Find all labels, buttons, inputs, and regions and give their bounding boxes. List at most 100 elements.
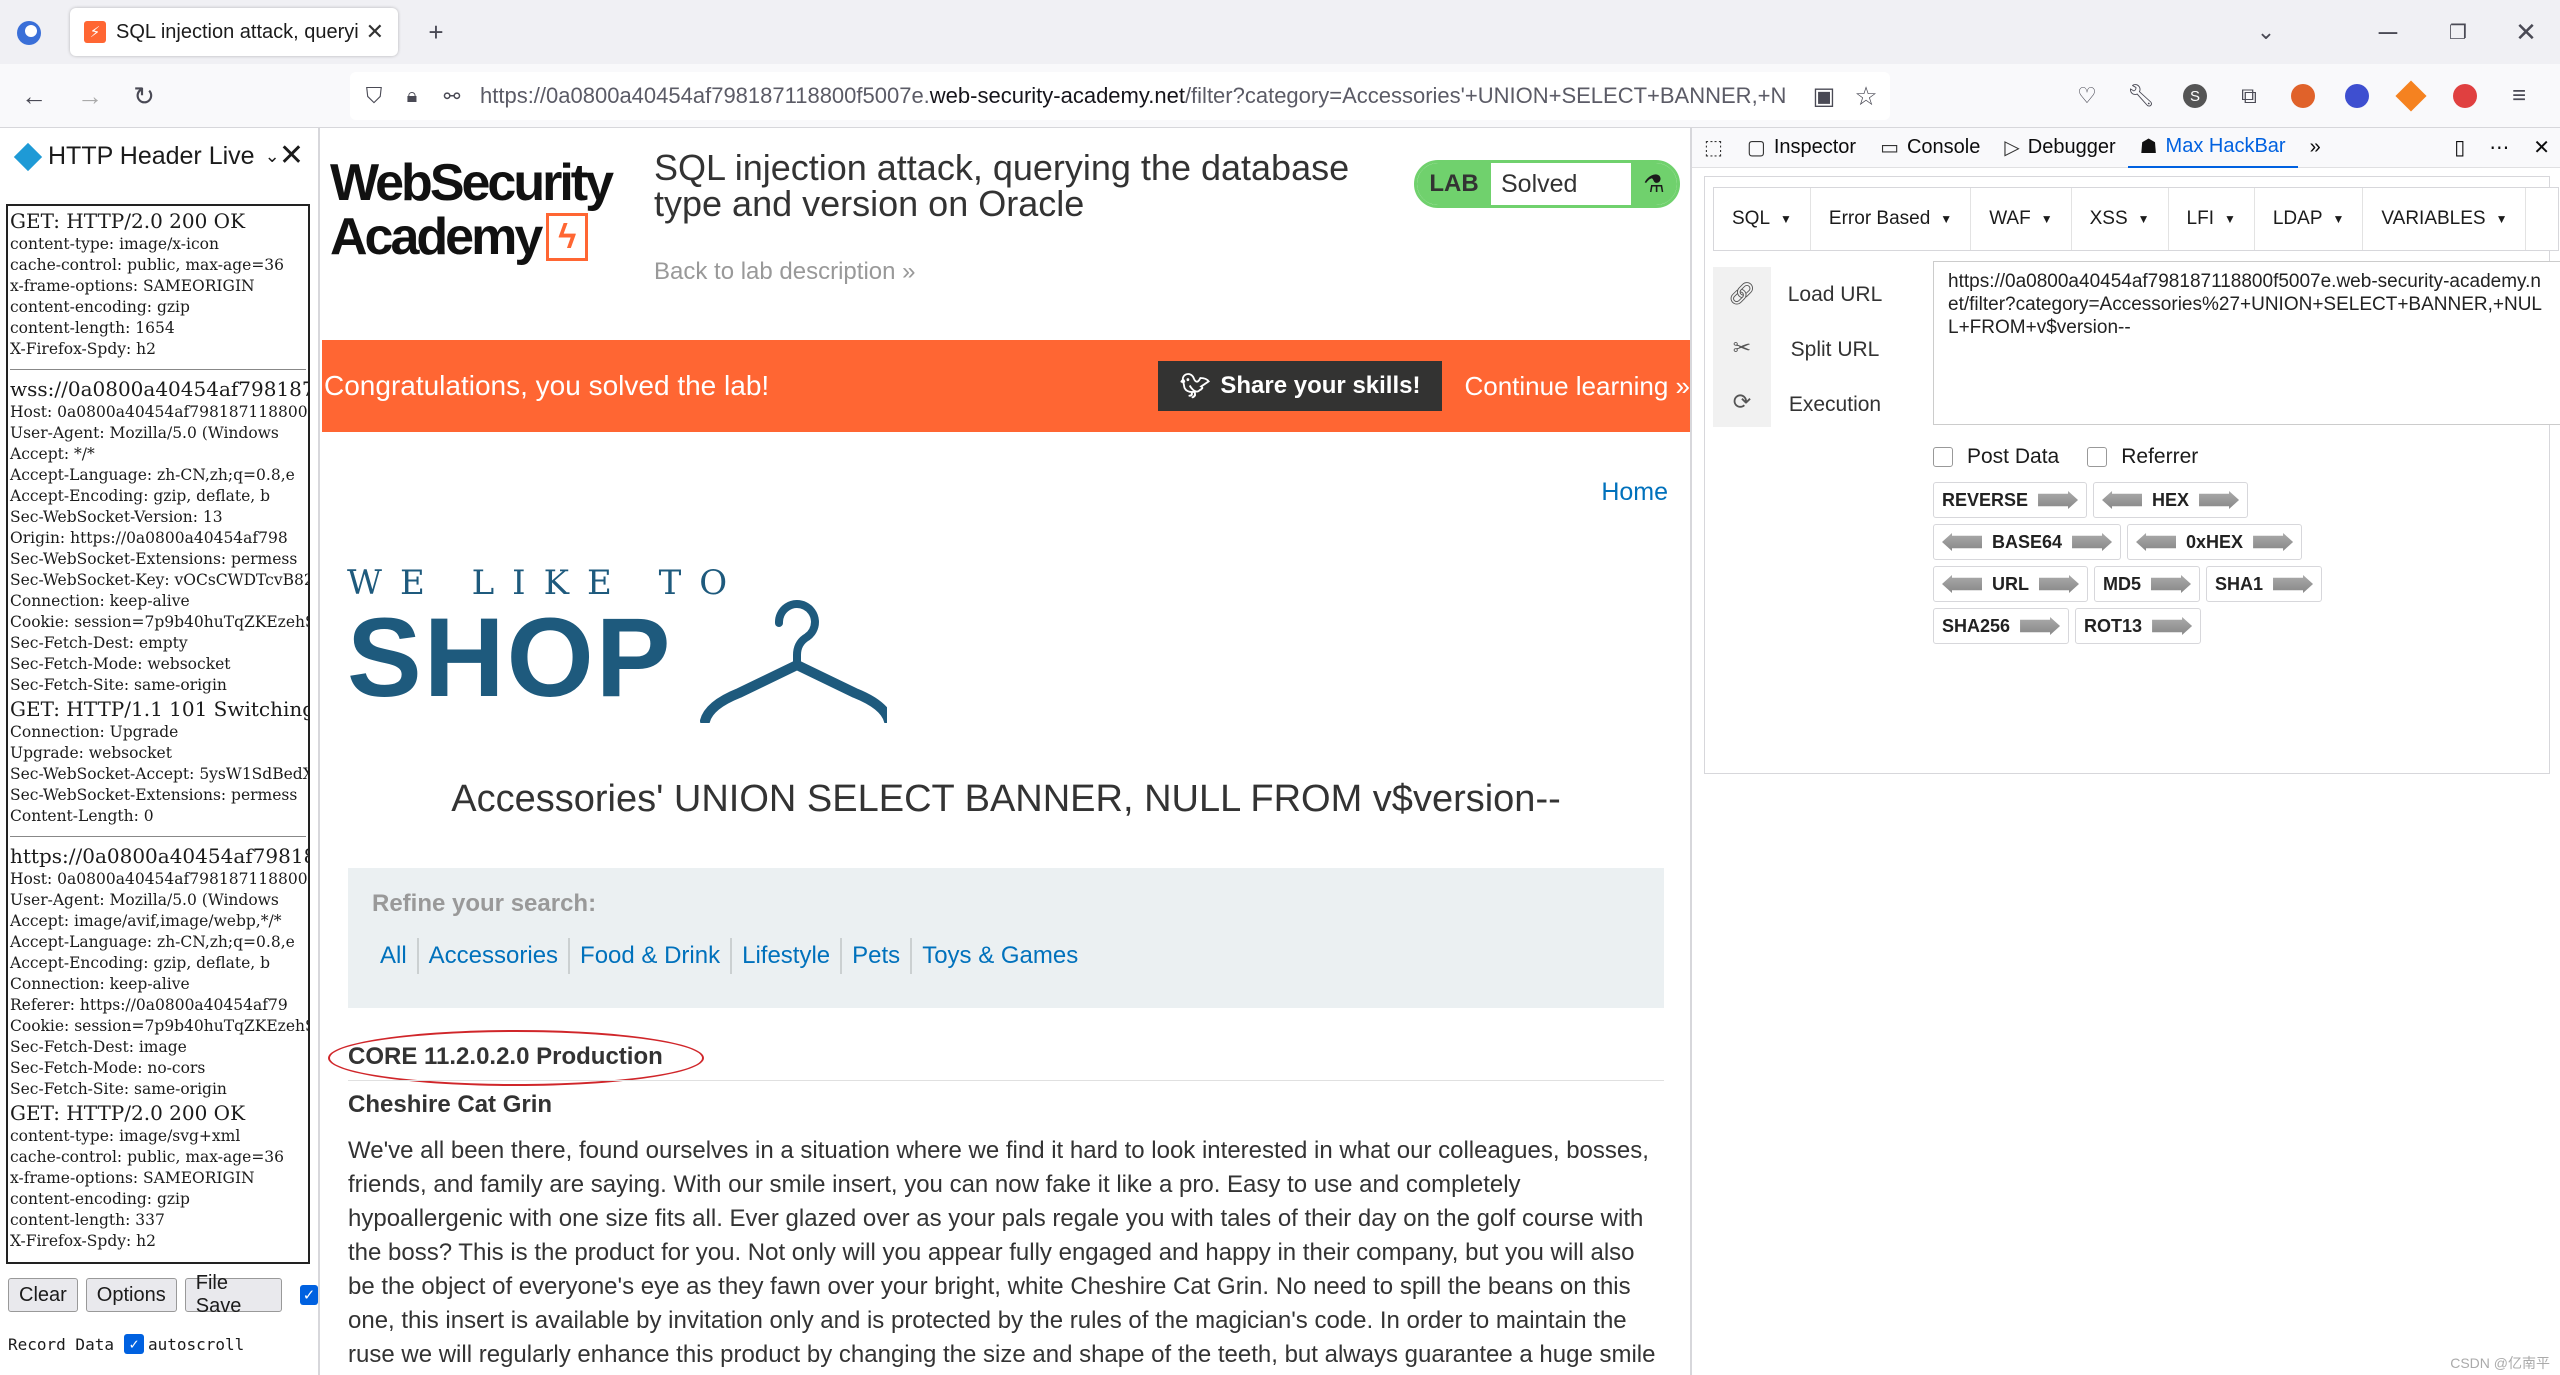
reverse-button[interactable]: REVERSE <box>1933 482 2088 518</box>
filter-link[interactable]: Food & Drink <box>568 938 730 974</box>
logo-line2: Academy <box>330 208 543 266</box>
back-icon[interactable]: ← <box>16 78 52 114</box>
hackbar-menu-item[interactable]: VARIABLES ▼ <box>2363 188 2527 250</box>
tab-debugger[interactable]: ▷ Debugger <box>1992 128 2127 168</box>
load-url-button[interactable]: Load URL <box>1775 267 1895 322</box>
shield-icon[interactable]: ⛉ <box>360 82 388 110</box>
minimize-icon[interactable]: ─ <box>2370 14 2406 50</box>
hackbar-menu-item[interactable]: LFI ▼ <box>2169 188 2255 250</box>
url-encode-button[interactable]: URL <box>1933 566 2088 602</box>
restore-icon[interactable]: ❐ <box>2440 14 2476 50</box>
log-separator <box>10 360 306 370</box>
close-devtools-icon[interactable]: ✕ <box>2521 128 2560 168</box>
autoscroll-checkbox[interactable]: ✓ <box>123 1334 144 1354</box>
list-tabs-icon[interactable]: ⌄ <box>2248 14 2284 50</box>
web-security-academy-logo[interactable]: WebSecurity Academy ϟ <box>330 156 630 264</box>
url-host: web-security-academy.net <box>929 83 1185 108</box>
hackbar-menu-item[interactable]: XSS ▼ <box>2072 188 2169 250</box>
hackbar-url-textarea[interactable]: https://0a0800a40454af798187118800f5007e… <box>1933 261 2560 425</box>
hackbar-extension-icon[interactable] <box>2394 80 2428 112</box>
hackbar-menu-item[interactable]: Error Based ▼ <box>1811 188 1972 250</box>
puzzle-icon[interactable]: ⧉ <box>2232 83 2266 109</box>
filter-link[interactable]: All <box>370 938 417 974</box>
notification-extension-icon[interactable] <box>2448 84 2482 108</box>
hackbar-menu-item[interactable]: SQL ▼ <box>1714 188 1811 250</box>
filter-link[interactable]: Pets <box>840 938 910 974</box>
forward-icon[interactable]: → <box>72 78 108 114</box>
tab-inspector[interactable]: ▢ Inspector <box>1735 128 1868 168</box>
qr-code-icon[interactable]: ▣ <box>1808 80 1840 112</box>
filter-link[interactable]: Lifestyle <box>730 938 840 974</box>
wrench-icon[interactable]: 🔧︎ <box>2124 83 2158 109</box>
back-to-lab-link[interactable]: Back to lab description » <box>654 258 916 286</box>
divider <box>348 1080 1664 1081</box>
url-path: /filter?category=Accessories'+UNION+SELE… <box>1184 83 1787 108</box>
firefox-view-icon[interactable] <box>14 18 44 48</box>
base64-button[interactable]: BASE64 <box>1933 524 2122 560</box>
refresh-icon[interactable]: ⟳ <box>1713 375 1771 429</box>
filter-link[interactable]: Accessories <box>416 938 568 974</box>
file-save-button[interactable]: File Save <box>184 1272 282 1317</box>
congrats-banner: Congratulations, you solved the lab! 🐦︎ S… <box>322 340 1690 432</box>
sidebar-title[interactable]: HTTP Header Live ⌄ <box>13 142 280 171</box>
hackbar-menu-item[interactable]: LDAP ▼ <box>2255 188 2364 250</box>
close-window-icon[interactable]: ✕ <box>2508 14 2544 50</box>
filter-link[interactable]: Toys & Games <box>910 938 1088 974</box>
tab-max-hackbar[interactable]: ☗ Max HackBar <box>2127 128 2298 168</box>
menu-icon[interactable]: ≡ <box>2502 82 2536 110</box>
log-request-line: GET: HTTP/2.0 200 OK <box>10 1101 246 1125</box>
continue-learning-link[interactable]: Continue learning » <box>1464 371 1690 402</box>
tab-active[interactable]: ⚡ SQL injection attack, queryin ✕ <box>70 8 398 56</box>
permissions-icon[interactable]: ⚯ <box>438 82 466 110</box>
sha256-button[interactable]: SHA256 <box>1933 608 2070 644</box>
product-description: We've all been there, found ourselves in… <box>348 1137 1656 1368</box>
log-header-line: Upgrade: websocket <box>10 744 172 762</box>
cookie-extension-icon[interactable] <box>2286 84 2320 108</box>
reload-icon[interactable]: ↻ <box>126 78 162 114</box>
log-header-line: Sec-WebSocket-Key: vOCsCWDTcvB82q <box>10 571 310 589</box>
post-data-checkbox[interactable]: Post Data <box>1933 445 2059 469</box>
scissors-icon[interactable]: ✂ <box>1713 321 1771 375</box>
hackbar-menu-item[interactable]: WAF ▼ <box>1971 188 2072 250</box>
account-extension-icon[interactable] <box>2340 84 2374 108</box>
url-prefix: https://0a0800a40454af798187118800f5007e… <box>480 83 930 108</box>
execution-button[interactable]: Execution <box>1775 377 1895 432</box>
chevron-right-icon: » <box>902 258 916 285</box>
tab-strip: ⚡ SQL injection attack, queryin ✕ + ⌄ ─ … <box>0 0 2560 64</box>
clear-button[interactable]: Clear <box>8 1278 78 1312</box>
logo-line1: WebSecurity <box>330 154 614 212</box>
close-tab-icon[interactable]: ✕ <box>366 19 384 45</box>
dock-icon[interactable]: ▯ <box>2442 128 2477 168</box>
referrer-checkbox[interactable]: Referrer <box>2087 445 2198 469</box>
link-icon[interactable]: 🔗︎ <box>1713 267 1771 321</box>
hex-button[interactable]: HEX <box>2093 482 2249 518</box>
0xhex-button[interactable]: 0xHEX <box>2127 524 2303 560</box>
log-header-line: Accept-Language: zh-CN,zh;q=0.8,e <box>10 466 295 484</box>
home-link[interactable]: Home <box>1601 478 1668 507</box>
tab-console[interactable]: ▭ Console <box>1868 128 1992 168</box>
sidebar-title-text: HTTP Header Live <box>48 142 255 170</box>
bookmark-star-icon[interactable]: ☆ <box>1850 80 1882 112</box>
autoscroll-label: autoscroll <box>147 1334 245 1354</box>
log-request-line: GET: HTTP/1.1 101 Switching <box>10 697 310 721</box>
rot13-button[interactable]: ROT13 <box>2075 608 2202 644</box>
new-tab-icon[interactable]: + <box>418 14 454 50</box>
header-log[interactable]: GET: HTTP/2.0 200 OK content-type: image/… <box>6 204 310 1264</box>
element-picker-icon[interactable]: ⬚ <box>1692 128 1735 168</box>
close-sidebar-icon[interactable]: ✕ <box>279 138 304 173</box>
devtools-menu-icon[interactable]: ⋯ <box>2477 128 2521 168</box>
options-button[interactable]: Options <box>85 1278 177 1312</box>
lock-icon[interactable]: 🔒︎ <box>398 82 426 110</box>
split-url-button[interactable]: Split URL <box>1775 322 1895 377</box>
share-skills-button[interactable]: 🐦︎ Share your skills! <box>1157 361 1443 411</box>
s-extension-icon[interactable]: S <box>2178 84 2212 108</box>
url-bar[interactable]: ⛉ 🔒︎ ⚯ https://0a0800a40454af79818711880… <box>350 72 1890 120</box>
category-filters: All Accessories Food & Drink Lifestyle Pets T… <box>370 938 1088 974</box>
record-checkbox[interactable]: ✓ <box>299 1285 318 1305</box>
pocket-icon[interactable]: ♡ <box>2070 83 2104 109</box>
md5-button[interactable]: MD5 <box>2094 566 2201 602</box>
more-tabs-icon[interactable]: » <box>2298 128 2333 168</box>
lab-favicon-icon: ⚡ <box>84 21 106 43</box>
sha1-button[interactable]: SHA1 <box>2206 566 2323 602</box>
version-banner-row: CORE 11.2.0.2.0 Production <box>348 1043 663 1070</box>
